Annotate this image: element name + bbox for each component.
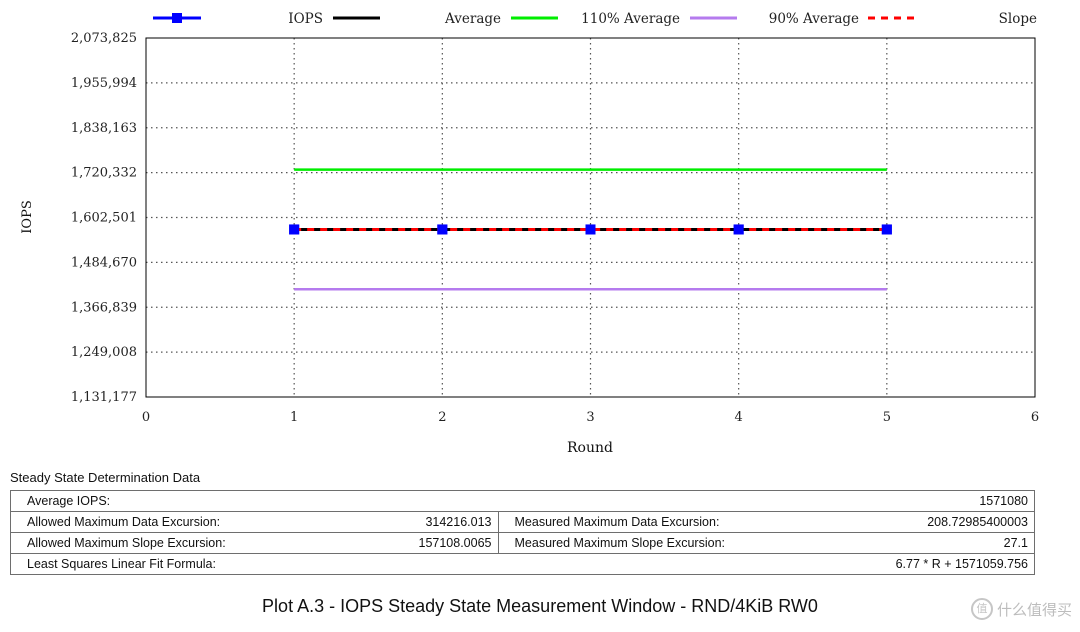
allowed-data-label: Allowed Maximum Data Excursion: bbox=[27, 515, 221, 529]
iops-data-point-marker bbox=[289, 224, 300, 235]
legend-label: Slope bbox=[999, 11, 1037, 27]
y-tick-label: 1,955,994 bbox=[71, 76, 137, 91]
y-tick-label: 1,720,332 bbox=[71, 166, 137, 181]
measured-slope-label: Measured Maximum Slope Excursion: bbox=[514, 536, 726, 550]
y-axis-ticks: 1,131,177 1,249,008 1,366,839 1,484,670 1,60… bbox=[71, 31, 137, 405]
steady-state-table: Average IOPS: 1571080 Allowed Maximum Da… bbox=[10, 490, 1035, 575]
measured-slope-value: 27.1 bbox=[1003, 536, 1028, 550]
x-tick-label: 1 bbox=[290, 410, 298, 425]
y-tick-label: 1,602,501 bbox=[71, 211, 137, 226]
table-row: Allowed Maximum Slope Excursion: 157108.… bbox=[10, 532, 1035, 554]
measured-data-label: Measured Maximum Data Excursion: bbox=[514, 515, 720, 529]
legend-label: Average bbox=[444, 11, 501, 27]
fit-formula-value: 6.77 * R + 1571059.756 bbox=[895, 557, 1028, 571]
y-tick-label: 1,838,163 bbox=[71, 121, 137, 136]
legend-label: 90% Average bbox=[769, 11, 859, 27]
legend-label: 110% Average bbox=[581, 11, 680, 27]
allowed-slope-value: 157108.0065 bbox=[418, 536, 492, 550]
steady-state-title: Steady State Determination Data bbox=[10, 470, 201, 485]
x-tick-label: 3 bbox=[586, 410, 594, 425]
x-tick-label: 6 bbox=[1031, 410, 1039, 425]
chart-series bbox=[289, 168, 892, 291]
iops-data-point-marker bbox=[437, 224, 448, 235]
x-axis-ticks: 0 1 2 3 4 5 6 bbox=[142, 410, 1039, 425]
fit-formula-label: Least Squares Linear Fit Formula: bbox=[27, 557, 216, 571]
fit-formula-cell: Least Squares Linear Fit Formula: 6.77 *… bbox=[10, 553, 1035, 575]
table-row: Least Squares Linear Fit Formula: 6.77 *… bbox=[10, 553, 1035, 575]
watermark-text: 什么值得买 bbox=[996, 601, 1072, 619]
x-tick-label: 2 bbox=[438, 410, 446, 425]
legend-marker bbox=[172, 13, 182, 23]
plot-caption: Plot A.3 - IOPS Steady State Measurement… bbox=[262, 596, 818, 616]
watermark-logo-icon: 值 bbox=[970, 598, 993, 620]
average-iops-label: Average IOPS: bbox=[27, 494, 111, 508]
y-axis-label: IOPS bbox=[20, 200, 35, 233]
y-tick-label: 1,249,008 bbox=[71, 345, 137, 360]
average-iops-cell: Average IOPS: 1571080 bbox=[10, 490, 1035, 512]
x-tick-label: 4 bbox=[735, 410, 743, 425]
chart-grid bbox=[146, 38, 1035, 397]
x-tick-label: 5 bbox=[883, 410, 891, 425]
allowed-data-cell: Allowed Maximum Data Excursion: 314216.0… bbox=[10, 511, 499, 533]
y-tick-label: 2,073,825 bbox=[71, 31, 137, 46]
average-iops-value: 1571080 bbox=[979, 494, 1028, 508]
allowed-data-value: 314216.013 bbox=[425, 515, 492, 529]
measured-data-cell: Measured Maximum Data Excursion: 208.729… bbox=[497, 511, 1035, 533]
measured-data-value: 208.72985400003 bbox=[927, 515, 1028, 529]
iops-data-point-marker bbox=[733, 224, 744, 235]
legend-label: IOPS bbox=[288, 11, 323, 27]
chart-legend: IOPS Average 110% Average 90% Average Slope bbox=[153, 11, 1037, 27]
iops-chart: IOPS Average 110% Average 90% Average Slope … bbox=[20, 11, 1039, 456]
allowed-slope-cell: Allowed Maximum Slope Excursion: 157108.… bbox=[10, 532, 499, 554]
allowed-slope-label: Allowed Maximum Slope Excursion: bbox=[27, 536, 226, 550]
y-tick-label: 1,366,839 bbox=[71, 300, 137, 315]
x-axis-label: Round bbox=[567, 440, 613, 456]
y-tick-label: 1,131,177 bbox=[71, 390, 137, 405]
iops-data-point-marker bbox=[881, 224, 892, 235]
x-tick-label: 0 bbox=[142, 410, 150, 425]
table-row: Allowed Maximum Data Excursion: 314216.0… bbox=[10, 511, 1035, 533]
measured-slope-cell: Measured Maximum Slope Excursion: 27.1 bbox=[497, 532, 1035, 554]
y-tick-label: 1,484,670 bbox=[71, 255, 137, 270]
iops-data-point-marker bbox=[585, 224, 596, 235]
table-row: Average IOPS: 1571080 bbox=[10, 490, 1035, 512]
watermark: 值 什么值得买 bbox=[970, 598, 1072, 620]
